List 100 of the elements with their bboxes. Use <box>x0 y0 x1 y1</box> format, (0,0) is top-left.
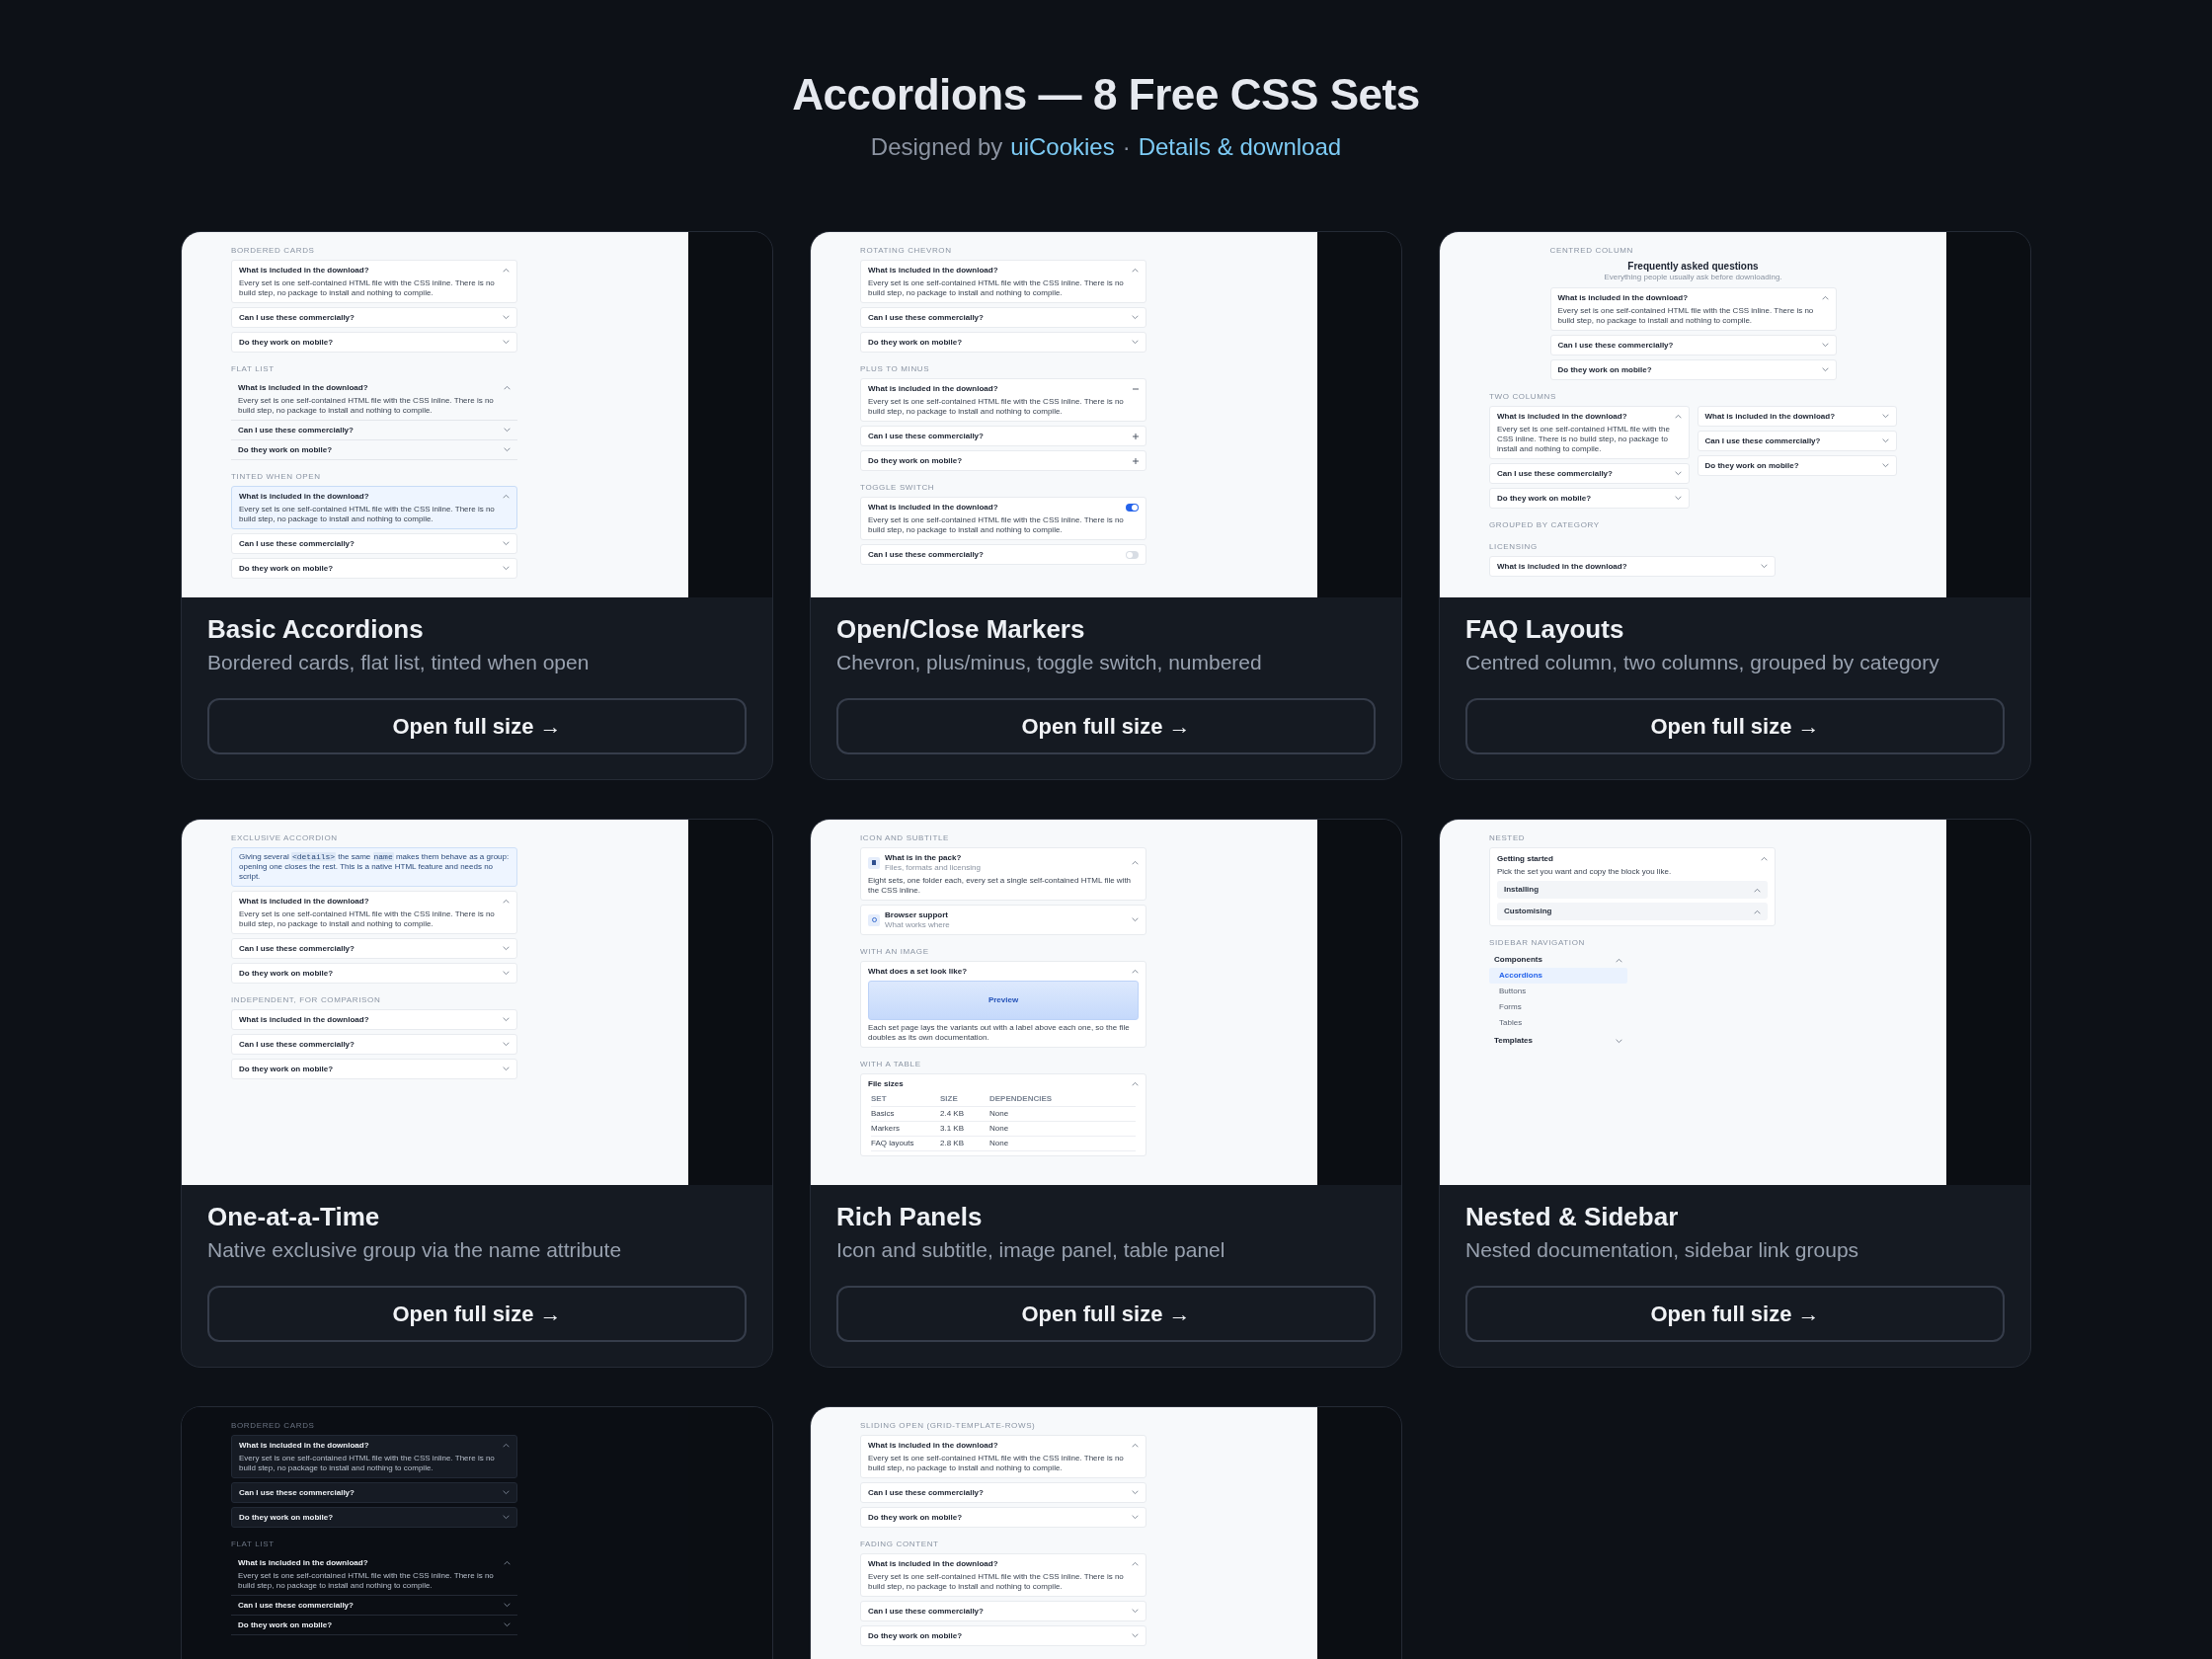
accordion-question: Can I use these commercially? <box>238 425 354 435</box>
accordion-answer: Every set is one self-contained HTML file with the CSS inline. There is no build step, no package to install and nothing to compile. <box>238 1571 495 1591</box>
card-description: Nested documentation, sidebar link groups <box>1465 1237 1860 1263</box>
accordion-question: Do they work on mobile? <box>1557 364 1652 375</box>
accordion-question: Do they work on mobile? <box>239 563 334 574</box>
accordion-answer: Eight sets, one folder each, every set a single self-contained HTML file with the CSS inline. <box>868 876 1133 896</box>
accordion-subtitle: What works where <box>885 920 950 930</box>
accordion-question: Do they work on mobile? <box>1497 493 1592 504</box>
accordion-question: Can I use these commercially? <box>1704 435 1821 446</box>
section-label: CENTRED COLUMN <box>1549 246 1634 256</box>
accordion-answer: Every set is one self-contained HTML file with the CSS inline. There is no build step, no package to install and nothing to compile. <box>239 278 496 298</box>
card-title: One-at-a-Time <box>207 1201 381 1232</box>
card-description: Bordered cards, flat list, tinted when open <box>207 650 591 675</box>
accordion-question: Can I use these commercially? <box>1557 340 1674 351</box>
accordion-answer: Every set is one self-contained HTML file with the CSS inline. There is no build step, no package to install and nothing to compile. <box>868 515 1125 535</box>
accordion-answer: Every set is one self-contained HTML file with the CSS inline. There is no build step, no package to install and nothing to compile. <box>1497 425 1671 454</box>
accordion-answer: Every set is one self-contained HTML file with the CSS inline. There is no build step, no package to install and nothing to compile. <box>868 397 1125 417</box>
table-header: SIZE <box>940 1094 959 1104</box>
card-description: Icon and subtitle, image panel, table panel <box>836 1237 1226 1263</box>
accordion-answer: Each set page lays the variants out with a label above each one, so the file doubles as its own documentation. <box>868 1023 1131 1043</box>
section-label: ROTATING CHEVRON <box>860 246 952 256</box>
open-full-size-button[interactable]: Open full size → <box>207 1286 747 1342</box>
section-label: PLUS TO MINUS <box>860 364 930 374</box>
accordion-question: Do they work on mobile? <box>1704 460 1799 471</box>
accordion-question: Do they work on mobile? <box>868 1630 963 1641</box>
accordion-question: Do they work on mobile? <box>868 455 963 466</box>
open-full-size-button[interactable]: Open full size → <box>207 698 747 754</box>
table-header: DEPENDENCIES <box>989 1094 1054 1104</box>
table-cell-text: None <box>989 1124 1010 1134</box>
accordion-answer: Every set is one self-contained HTML file with the CSS inline. There is no build step, no package to install and nothing to compile. <box>1557 306 1815 326</box>
accordion-question: Do they work on mobile? <box>239 968 334 979</box>
accordion-question: What is included in the download? <box>239 1014 369 1025</box>
accordion-question: Can I use these commercially? <box>868 1487 984 1498</box>
accordion-answer: Every set is one self-contained HTML file with the CSS inline. There is no build step, no package to install and nothing to compile. <box>239 505 496 524</box>
accordion-question: What is included in the download? <box>239 896 369 907</box>
accordion-answer: Every set is one self-contained HTML file with the CSS inline. There is no build step, no package to install and nothing to compile. <box>868 1572 1125 1592</box>
card-title: Rich Panels <box>836 1201 984 1232</box>
author-link[interactable]: uiCookies <box>1010 132 1115 162</box>
section-label: LICENSING <box>1489 542 1538 552</box>
section-label: BORDERED CARDS <box>231 246 315 256</box>
accordion-question: File sizes <box>868 1078 904 1089</box>
open-full-size-button[interactable]: Open full size → <box>1465 1286 2005 1342</box>
accordion-question: What is included in the download? <box>868 383 998 394</box>
card-title: Basic Accordions <box>207 613 425 645</box>
accordion-question: Installing <box>1504 885 1540 895</box>
accordion-question: Can I use these commercially? <box>239 1487 355 1498</box>
open-full-size-button[interactable]: Open full size → <box>1465 698 2005 754</box>
accordion-question: Getting started <box>1497 853 1553 864</box>
section-label: INDEPENDENT, FOR COMPARISON <box>231 995 381 1005</box>
section-label: WITH A TABLE <box>860 1060 921 1069</box>
table-cell-text: FAQ layouts <box>871 1139 915 1148</box>
section-label: FLAT LIST <box>231 364 275 374</box>
table-cell-text: Markers <box>871 1124 901 1134</box>
table-cell-text: None <box>989 1139 1010 1148</box>
section-label: ICON AND SUBTITLE <box>860 833 949 843</box>
accordion-answer: Every set is one self-contained HTML file with the CSS inline. There is no build step, no package to install and nothing to compile. <box>868 1454 1125 1473</box>
section-label: GROUPED BY CATEGORY <box>1489 520 1600 530</box>
faq-heading: Frequently asked questions <box>1627 260 1759 273</box>
sidebar-group-title: Templates <box>1494 1036 1533 1046</box>
info-note: Giving several <details> the same name makes them behave as a group: opening one closes the rest. This is a native HTML feature and needs no script. <box>231 847 517 887</box>
accordion-question: What is included in the download? <box>868 1558 998 1569</box>
table-header: SET <box>871 1094 888 1104</box>
accordion-question: What is included in the download? <box>868 502 998 513</box>
section-label: EXCLUSIVE ACCORDION <box>231 833 338 843</box>
accordion-question: What is included in the download? <box>239 491 369 502</box>
separator-dot: · <box>1122 132 1131 162</box>
card-description: Native exclusive group via the name attribute <box>207 1237 623 1263</box>
section-label: TOGGLE SWITCH <box>860 483 935 493</box>
open-full-size-button[interactable]: Open full size → <box>836 698 1376 754</box>
section-label: TINTED WHEN OPEN <box>231 472 321 482</box>
accordion-question: Can I use these commercially? <box>239 538 355 549</box>
accordion-question: Can I use these commercially? <box>868 549 984 560</box>
card-description: Chevron, plus/minus, toggle switch, numbered <box>836 650 1263 675</box>
accordion-question: Do they work on mobile? <box>239 1064 334 1074</box>
section-label: BORDERED CARDS <box>231 1421 315 1431</box>
section-label: FLAT LIST <box>231 1540 275 1549</box>
download-link[interactable]: Details & download <box>1138 132 1342 162</box>
section-label: WITH AN IMAGE <box>860 947 929 957</box>
accordion-question: What is included in the download? <box>868 265 998 276</box>
accordion-question: What is included in the download? <box>238 382 368 393</box>
card-description: Centred column, two columns, grouped by category <box>1465 650 1940 675</box>
accordion-question: Can I use these commercially? <box>868 312 984 323</box>
accordion-question: Can I use these commercially? <box>239 312 355 323</box>
accordion-question: What is included in the download? <box>1497 411 1627 422</box>
section-label: TWO COLUMNS <box>1489 392 1556 402</box>
accordion-question: Do they work on mobile? <box>868 1512 963 1523</box>
table-cell-text: 2.4 KB <box>940 1109 965 1119</box>
accordion-question: What is in the pack? <box>885 852 963 863</box>
accordion-question: Can I use these commercially? <box>239 943 355 954</box>
accordion-answer: Every set is one self-contained HTML file with the CSS inline. There is no build step, no package to install and nothing to compile. <box>238 396 495 416</box>
accordion-question: Do they work on mobile? <box>868 337 963 348</box>
accordion-question: Do they work on mobile? <box>239 1512 334 1523</box>
section-label: FADING CONTENT <box>860 1540 939 1549</box>
accordion-answer: Pick the set you want and copy the block you like. <box>1497 867 1673 877</box>
open-full-size-button[interactable]: Open full size → <box>836 1286 1376 1342</box>
accordion-question: Do they work on mobile? <box>239 337 334 348</box>
accordion-question: What is included in the download? <box>1557 292 1689 303</box>
accordion-question: What is included in the download? <box>1704 411 1836 422</box>
accordion-answer: Every set is one self-contained HTML file with the CSS inline. There is no build step, no package to install and nothing to compile. <box>239 909 496 929</box>
accordion-question: Do they work on mobile? <box>238 444 333 455</box>
